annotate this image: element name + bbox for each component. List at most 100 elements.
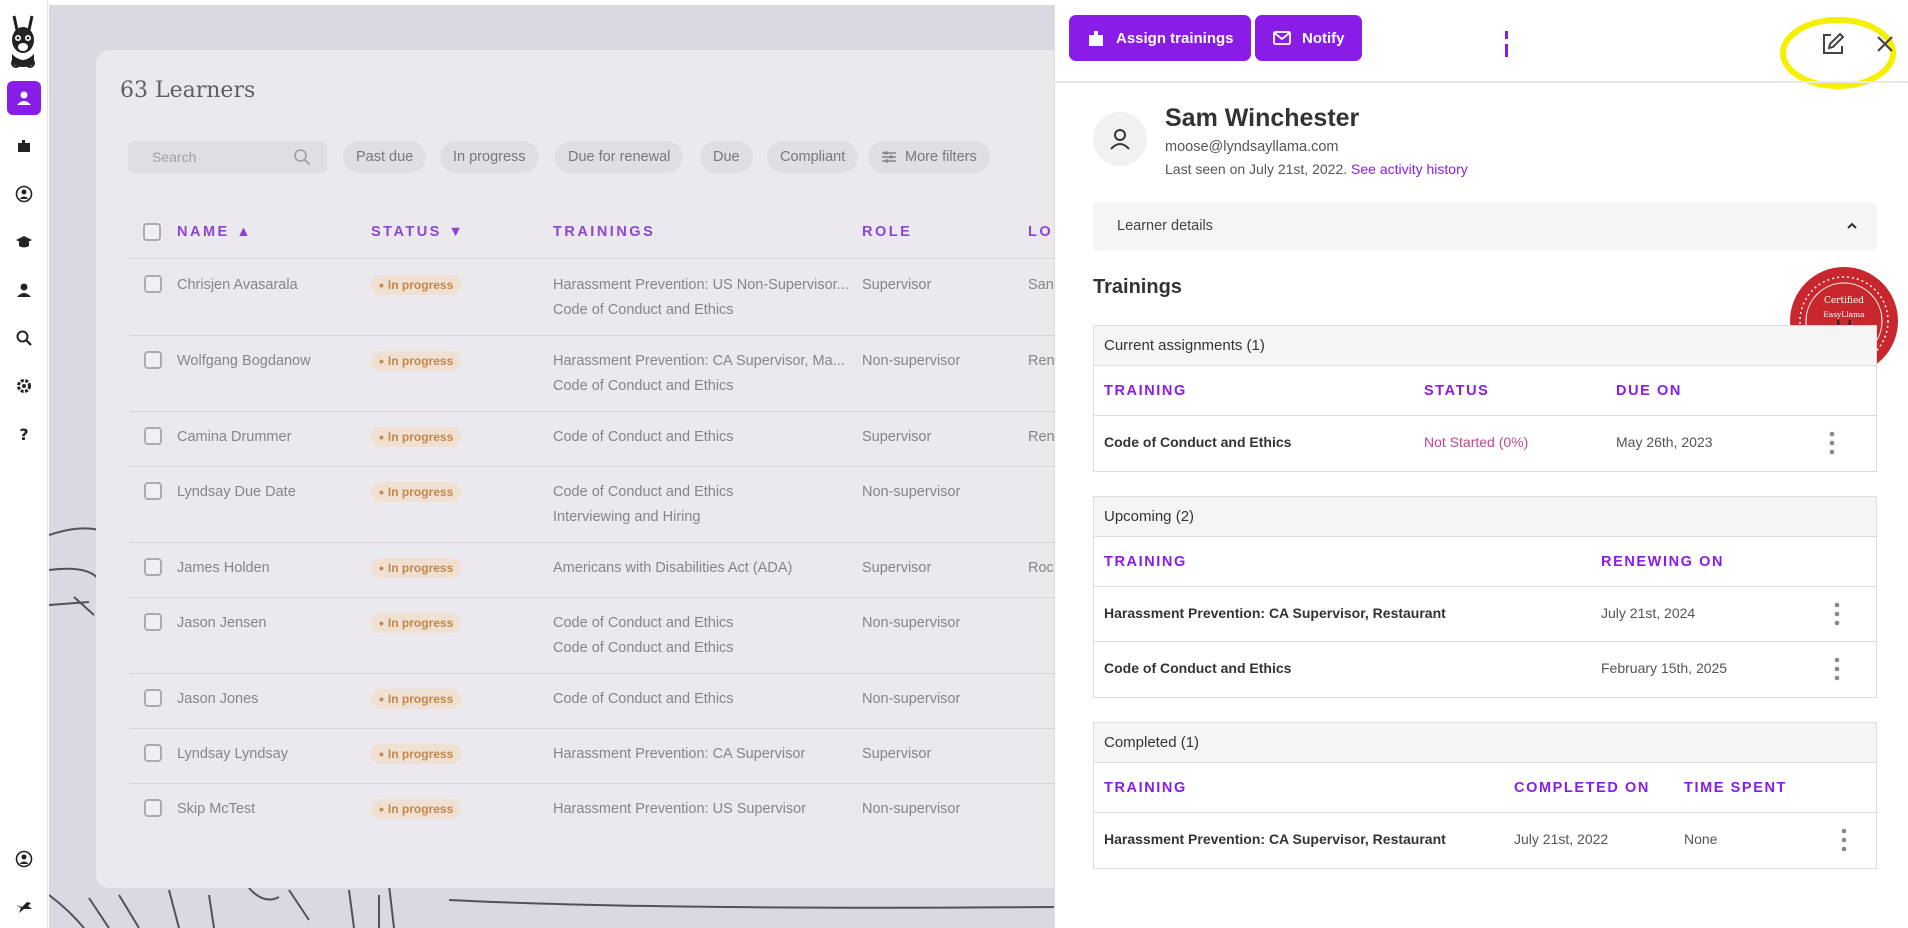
kebab-menu-icon[interactable] bbox=[1829, 430, 1835, 456]
envelope-icon bbox=[1273, 31, 1291, 45]
llama-logo[interactable] bbox=[6, 14, 40, 70]
learner-name[interactable]: Skip McTest bbox=[177, 801, 255, 817]
notify-button[interactable]: Notify bbox=[1255, 15, 1362, 61]
sidebar-item-bird[interactable] bbox=[7, 889, 41, 923]
close-icon[interactable] bbox=[1874, 33, 1896, 55]
user-circle-icon bbox=[15, 850, 33, 868]
page-title: 63 Learners bbox=[120, 78, 256, 103]
trainings-heading: Trainings bbox=[1093, 276, 1182, 298]
learner-name[interactable]: Chrisjen Avasarala bbox=[177, 277, 298, 293]
training-name: Americans with Disabilities Act (ADA) bbox=[553, 560, 793, 576]
search-input[interactable]: Search bbox=[128, 141, 327, 173]
more-filters-button[interactable]: More filters bbox=[868, 141, 990, 173]
training-due-date: May 26th, 2023 bbox=[1616, 434, 1713, 450]
learner-role: Non-supervisor bbox=[862, 353, 961, 369]
kebab-menu-icon[interactable] bbox=[1841, 827, 1847, 853]
svg-text:?: ? bbox=[19, 425, 28, 443]
column-header-time-spent: TIME SPENT bbox=[1684, 780, 1788, 796]
upcoming-table: Upcoming (2) TRAINING RENEWING ON Harass… bbox=[1093, 496, 1877, 698]
table-row: Code of Conduct and Ethics Not Started (… bbox=[1094, 416, 1876, 471]
header-divider bbox=[130, 258, 1060, 259]
status-badge: In progress bbox=[371, 558, 462, 578]
activity-history-link[interactable]: See activity history bbox=[1351, 161, 1468, 177]
kebab-menu-icon[interactable] bbox=[1834, 601, 1840, 627]
graduation-cap-icon bbox=[16, 236, 32, 248]
learner-email: moose@lyndsayllama.com bbox=[1165, 139, 1339, 155]
table-column-headers: TRAINING RENEWING ON bbox=[1094, 537, 1876, 587]
last-seen-text: Last seen on July 21st, 2022. See activi… bbox=[1165, 161, 1468, 177]
sidebar-item-help[interactable]: ? bbox=[7, 417, 41, 451]
column-header-trainings[interactable]: TRAININGS bbox=[553, 224, 655, 240]
sidebar-item-courses[interactable] bbox=[7, 225, 41, 259]
sidebar-item-account[interactable] bbox=[7, 177, 41, 211]
puzzle-icon bbox=[18, 140, 30, 152]
learner-role: Non-supervisor bbox=[862, 691, 961, 707]
row-checkbox[interactable] bbox=[144, 558, 162, 576]
row-checkbox[interactable] bbox=[144, 744, 162, 762]
learner-name[interactable]: Lyndsay Lyndsay bbox=[177, 746, 288, 762]
column-header-due-on: DUE ON bbox=[1616, 383, 1682, 399]
question-icon: ? bbox=[19, 425, 28, 443]
row-checkbox[interactable] bbox=[144, 613, 162, 631]
assign-trainings-button[interactable]: Assign trainings bbox=[1069, 15, 1251, 61]
learner-location: Ren bbox=[1028, 353, 1055, 369]
training-name: Code of Conduct and Ethics bbox=[553, 429, 734, 445]
avatar bbox=[1093, 112, 1147, 166]
sidebar-item-settings[interactable] bbox=[7, 369, 41, 403]
training-name: Harassment Prevention: US Non-Supervisor… bbox=[553, 277, 849, 293]
learner-name[interactable]: Lyndsay Due Date bbox=[177, 484, 296, 500]
filter-in-progress[interactable]: In progress bbox=[440, 141, 539, 173]
row-divider bbox=[130, 411, 1060, 412]
column-header-role[interactable]: ROLE bbox=[862, 224, 912, 240]
filter-compliant[interactable]: Compliant bbox=[767, 141, 859, 173]
column-header-training: TRAINING bbox=[1104, 780, 1187, 796]
row-divider bbox=[130, 597, 1060, 598]
sidebar-item-profile[interactable] bbox=[7, 842, 41, 876]
column-header-status[interactable]: STATUS ▼ bbox=[371, 224, 465, 240]
svg-text:EasyLlama: EasyLlama bbox=[1823, 310, 1865, 319]
select-all-checkbox[interactable] bbox=[143, 223, 161, 241]
row-checkbox[interactable] bbox=[144, 689, 162, 707]
row-checkbox[interactable] bbox=[144, 351, 162, 369]
search-icon bbox=[294, 149, 311, 166]
row-checkbox[interactable] bbox=[144, 482, 162, 500]
person-icon bbox=[17, 91, 31, 105]
training-name: Code of Conduct and Ethics bbox=[1104, 434, 1292, 450]
learner-details-toggle[interactable]: Learner details bbox=[1093, 202, 1877, 251]
filter-due-for-renewal[interactable]: Due for renewal bbox=[555, 141, 684, 173]
time-spent: None bbox=[1684, 831, 1718, 847]
row-checkbox[interactable] bbox=[144, 799, 162, 817]
column-header-location[interactable]: LO bbox=[1028, 224, 1053, 240]
training-name: Code of Conduct and Ethics bbox=[553, 615, 734, 631]
table-row: Harassment Prevention: CA Supervisor, Re… bbox=[1094, 813, 1876, 868]
kebab-menu-icon[interactable] bbox=[1834, 656, 1840, 682]
bird-icon bbox=[16, 902, 32, 913]
status-badge: In progress bbox=[371, 613, 462, 633]
row-checkbox[interactable] bbox=[144, 275, 162, 293]
learner-name[interactable]: Jason Jones bbox=[177, 691, 258, 707]
row-divider bbox=[130, 783, 1060, 784]
row-divider bbox=[130, 466, 1060, 467]
sidebar: ? bbox=[0, 0, 48, 928]
sidebar-item-learners[interactable] bbox=[7, 81, 41, 115]
status-badge: In progress bbox=[371, 744, 462, 764]
learner-name[interactable]: Camina Drummer bbox=[177, 429, 291, 445]
filter-due[interactable]: Due bbox=[700, 141, 753, 173]
learner-role: Non-supervisor bbox=[862, 615, 961, 631]
renewal-date: July 21st, 2024 bbox=[1601, 605, 1696, 621]
filter-past-due[interactable]: Past due bbox=[343, 141, 427, 173]
row-checkbox[interactable] bbox=[144, 427, 162, 445]
training-name: Harassment Prevention: CA Supervisor, Re… bbox=[1104, 605, 1446, 621]
column-header-name[interactable]: NAME ▲ bbox=[177, 224, 253, 240]
learner-name[interactable]: James Holden bbox=[177, 560, 270, 576]
column-header-completed-on: COMPLETED ON bbox=[1514, 780, 1651, 796]
learner-name[interactable]: Jason Jensen bbox=[177, 615, 266, 631]
edit-icon[interactable] bbox=[1820, 31, 1846, 57]
sidebar-item-trainings[interactable] bbox=[7, 129, 41, 163]
sidebar-item-search[interactable] bbox=[7, 321, 41, 355]
person-outline-icon bbox=[1110, 129, 1130, 150]
learner-role: Non-supervisor bbox=[862, 801, 961, 817]
learner-location: Roc bbox=[1028, 560, 1054, 576]
learner-name[interactable]: Wolfgang Bogdanow bbox=[177, 353, 311, 369]
sidebar-item-people[interactable] bbox=[7, 273, 41, 307]
